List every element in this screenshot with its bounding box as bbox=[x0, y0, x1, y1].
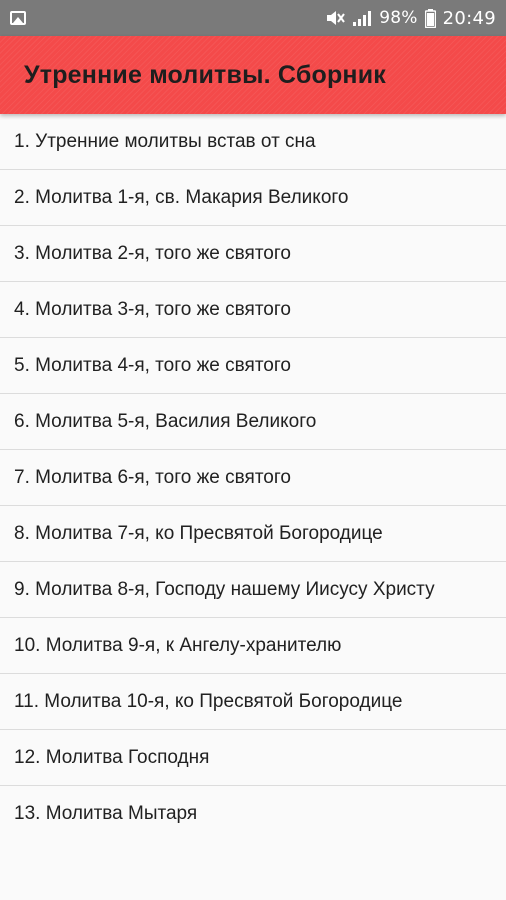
list-item-label: 3. Молитва 2-я, того же святого bbox=[14, 242, 291, 264]
list-item[interactable]: 2. Молитва 1-я, св. Макария Великого bbox=[0, 170, 506, 226]
list-item-label: 5. Молитва 4-я, того же святого bbox=[14, 354, 291, 376]
list-item[interactable]: 11. Молитва 10-я, ко Пресвятой Богородиц… bbox=[0, 674, 506, 730]
list-item-label: 7. Молитва 6-я, того же святого bbox=[14, 466, 291, 488]
list-item[interactable]: 6. Молитва 5-я, Василия Великого bbox=[0, 394, 506, 450]
prayer-list: 1. Утренние молитвы встав от сна 2. Моли… bbox=[0, 114, 506, 841]
image-notification-icon bbox=[10, 11, 26, 25]
list-item-label: 1. Утренние молитвы встав от сна bbox=[14, 130, 316, 152]
list-item-label: 9. Молитва 8-я, Господу нашему Иисусу Хр… bbox=[14, 578, 435, 600]
battery-percent: 98% bbox=[379, 8, 418, 28]
list-item[interactable]: 1. Утренние молитвы встав от сна bbox=[0, 114, 506, 170]
list-item-label: 8. Молитва 7-я, ко Пресвятой Богородице bbox=[14, 522, 383, 544]
list-item-label: 11. Молитва 10-я, ко Пресвятой Богородиц… bbox=[14, 690, 403, 712]
list-item[interactable]: 3. Молитва 2-я, того же святого bbox=[0, 226, 506, 282]
list-item[interactable]: 13. Молитва Мытаря bbox=[0, 786, 506, 841]
status-bar-right: 98% 20:49 bbox=[325, 8, 496, 29]
list-item[interactable]: 10. Молитва 9-я, к Ангелу-хранителю bbox=[0, 618, 506, 674]
list-item-label: 10. Молитва 9-я, к Ангелу-хранителю bbox=[14, 634, 342, 656]
battery-icon bbox=[424, 8, 436, 28]
list-item-label: 4. Молитва 3-я, того же святого bbox=[14, 298, 291, 320]
list-item[interactable]: 12. Молитва Господня bbox=[0, 730, 506, 786]
page-title: Утренние молитвы. Сборник bbox=[24, 60, 386, 89]
signal-icon bbox=[352, 9, 372, 27]
list-item[interactable]: 5. Молитва 4-я, того же святого bbox=[0, 338, 506, 394]
list-item-label: 2. Молитва 1-я, св. Макария Великого bbox=[14, 186, 349, 208]
clock: 20:49 bbox=[442, 7, 496, 29]
list-item-label: 6. Молитва 5-я, Василия Великого bbox=[14, 410, 317, 432]
status-bar-left bbox=[10, 11, 26, 25]
list-item-label: 12. Молитва Господня bbox=[14, 746, 210, 768]
list-item-label: 13. Молитва Мытаря bbox=[14, 802, 198, 824]
list-item[interactable]: 7. Молитва 6-я, того же святого bbox=[0, 450, 506, 506]
status-bar: 98% 20:49 bbox=[0, 0, 506, 36]
list-item[interactable]: 8. Молитва 7-я, ко Пресвятой Богородице bbox=[0, 506, 506, 562]
mute-icon bbox=[325, 9, 346, 27]
list-item[interactable]: 9. Молитва 8-я, Господу нашему Иисусу Хр… bbox=[0, 562, 506, 618]
list-item[interactable]: 4. Молитва 3-я, того же святого bbox=[0, 282, 506, 338]
app-bar: Утренние молитвы. Сборник bbox=[0, 36, 506, 114]
